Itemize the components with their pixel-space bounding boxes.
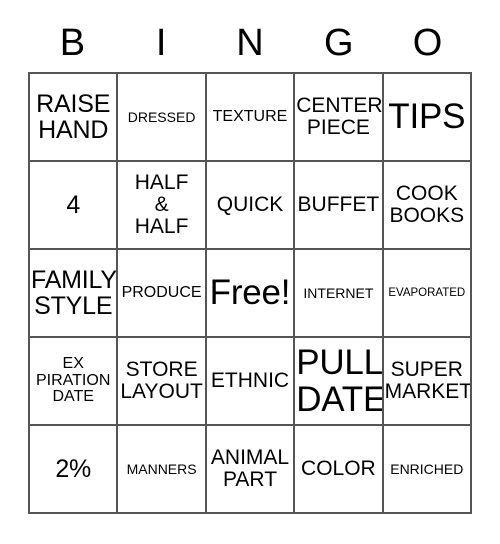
bingo-header-letter-o: O — [383, 18, 472, 68]
bingo-cell[interactable]: COLOR — [295, 426, 384, 514]
bingo-cell[interactable]: PRODUCE — [118, 250, 207, 338]
bingo-header-letter-i: I — [117, 18, 206, 68]
bingo-cell[interactable]: HALF & HALF — [118, 162, 207, 250]
bingo-cell[interactable]: EVAPORATED — [383, 250, 472, 338]
bingo-cell-label: INTERNET — [303, 284, 374, 301]
bingo-cell-label: ANIMAL PART — [210, 445, 290, 491]
bingo-cell-label: DRESSED — [127, 108, 196, 125]
bingo-cell-label: CENTER PIECE — [296, 93, 383, 139]
bingo-header-letter-b: B — [28, 18, 117, 68]
bingo-cell-label: FAMILY STYLE — [31, 265, 117, 320]
bingo-cell-label: EX PIRATION DATE — [36, 354, 111, 406]
header-letter-text: G — [324, 22, 354, 64]
bingo-cell[interactable]: MANNERS — [118, 426, 207, 514]
bingo-cell[interactable]: PULL DATE — [295, 338, 384, 426]
bingo-free-space[interactable]: Free! — [206, 250, 296, 338]
bingo-card: B I N G O RAISE HAND DRESSED TEXTURE CENTER… — [0, 0, 500, 544]
header-letter-text: O — [412, 22, 443, 64]
bingo-cell-label: ETHNIC — [210, 368, 290, 392]
bingo-cell[interactable]: ETHNIC — [206, 338, 296, 426]
bingo-cell[interactable]: STORE LAYOUT — [118, 338, 207, 426]
bingo-cell-label: COOK BOOKS — [389, 181, 465, 227]
bingo-cell-label: TEXTURE — [212, 107, 288, 125]
bingo-cell-label: STORE LAYOUT — [120, 357, 203, 403]
bingo-cell[interactable]: INTERNET — [295, 250, 384, 338]
bingo-header-letter-n: N — [206, 18, 295, 68]
bingo-cell[interactable]: 4 — [30, 162, 119, 250]
bingo-cell-label: MANNERS — [126, 460, 197, 477]
bingo-cell[interactable]: CENTER PIECE — [295, 74, 384, 162]
bingo-cell-label: COLOR — [301, 456, 376, 480]
bingo-cell[interactable]: TIPS — [383, 74, 472, 162]
header-letter-text: N — [236, 22, 264, 64]
bingo-cell[interactable]: TEXTURE — [206, 74, 296, 162]
bingo-cell-label: 2% — [55, 454, 92, 483]
bingo-cell-label: HALF & HALF — [134, 170, 189, 239]
bingo-cell-label: 4 — [66, 190, 81, 219]
bingo-cell-label: PRODUCE — [121, 283, 202, 301]
bingo-header-row: B I N G O — [28, 18, 472, 68]
bingo-cell-label: ENRICHED — [390, 460, 464, 477]
bingo-cell[interactable]: BUFFET — [295, 162, 384, 250]
bingo-cell[interactable]: ANIMAL PART — [206, 426, 296, 514]
bingo-cell[interactable]: FAMILY STYLE — [30, 250, 119, 338]
bingo-cell[interactable]: 2% — [30, 426, 119, 514]
bingo-cell[interactable]: COOK BOOKS — [383, 162, 472, 250]
bingo-cell[interactable]: DRESSED — [118, 74, 207, 162]
bingo-cell-label: PULL DATE — [296, 342, 384, 419]
bingo-cell-label: BUFFET — [297, 192, 380, 216]
bingo-cell-label: TIPS — [388, 97, 466, 137]
bingo-cell-label: RAISE HAND — [36, 89, 111, 144]
bingo-cell-label: SUPER MARKET — [384, 357, 472, 403]
bingo-cell[interactable]: EX PIRATION DATE — [30, 338, 119, 426]
header-letter-text: I — [155, 22, 167, 64]
bingo-cell[interactable]: QUICK — [206, 162, 296, 250]
bingo-cell-label: Free! — [209, 273, 291, 313]
bingo-cell-label: QUICK — [216, 192, 284, 216]
bingo-cell[interactable]: ENRICHED — [383, 426, 472, 514]
bingo-cell-label: EVAPORATED — [388, 286, 466, 299]
header-letter-text: B — [59, 22, 86, 64]
bingo-cell[interactable]: RAISE HAND — [30, 74, 119, 162]
bingo-cell[interactable]: SUPER MARKET — [383, 338, 472, 426]
bingo-header-letter-g: G — [294, 18, 383, 68]
bingo-grid: RAISE HAND DRESSED TEXTURE CENTER PIECE TIPS… — [28, 72, 472, 514]
